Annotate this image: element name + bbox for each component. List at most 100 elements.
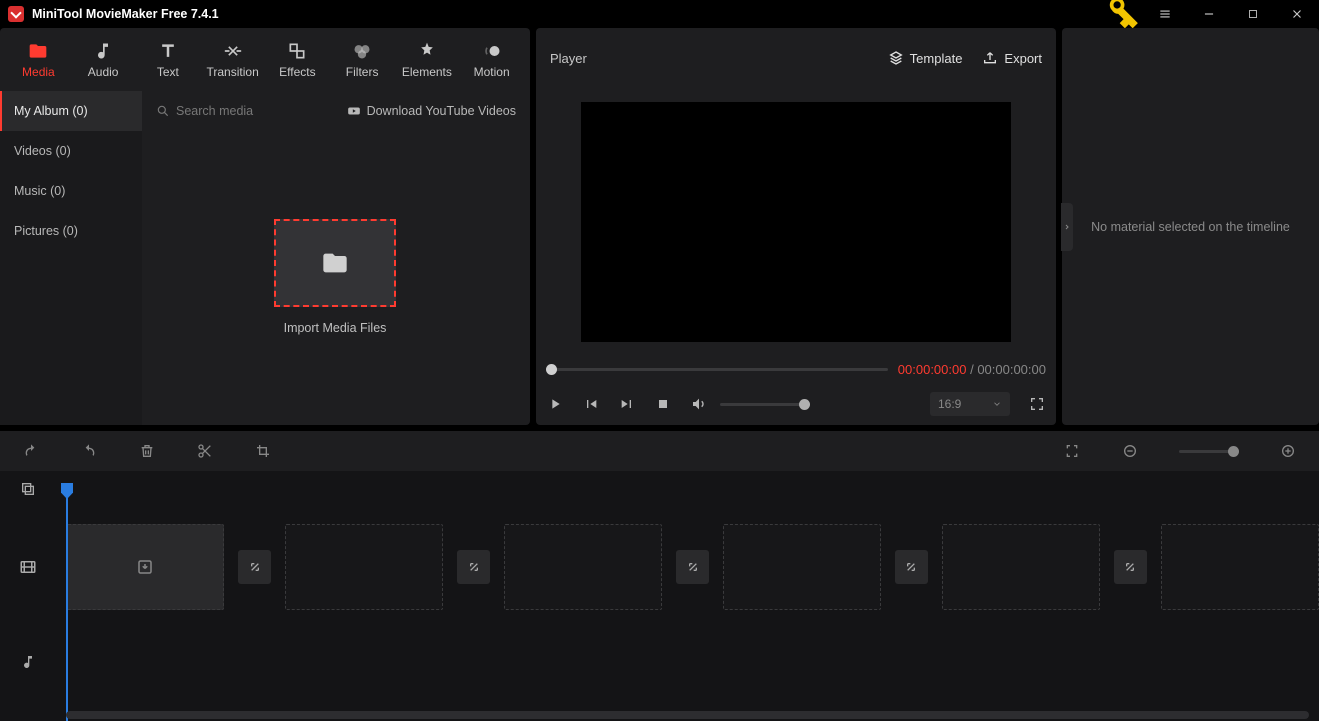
tab-text[interactable]: Text bbox=[136, 28, 201, 91]
tab-audio-label: Audio bbox=[88, 65, 119, 79]
audio-track[interactable] bbox=[56, 627, 1319, 697]
folder-icon bbox=[321, 249, 349, 277]
undo-button[interactable] bbox=[22, 442, 40, 460]
crop-button[interactable] bbox=[254, 442, 272, 460]
zoom-out-button[interactable] bbox=[1121, 442, 1139, 460]
template-icon bbox=[888, 50, 904, 66]
timeline-canvas[interactable] bbox=[56, 471, 1319, 721]
transition-slot[interactable] bbox=[1114, 550, 1147, 584]
time-current: 00:00:00:00 bbox=[898, 362, 967, 377]
timeline-slot[interactable] bbox=[723, 524, 881, 610]
download-youtube-label: Download YouTube Videos bbox=[367, 104, 516, 118]
template-label: Template bbox=[910, 51, 963, 66]
volume-handle[interactable] bbox=[799, 399, 810, 410]
aspect-ratio-select[interactable]: 16:9 bbox=[930, 392, 1010, 416]
video-track[interactable] bbox=[56, 507, 1319, 627]
zoom-handle[interactable] bbox=[1228, 446, 1239, 457]
zoom-slider[interactable] bbox=[1179, 450, 1239, 453]
tab-elements[interactable]: Elements bbox=[395, 28, 460, 91]
maximize-button[interactable] bbox=[1231, 0, 1275, 28]
inspector-empty-text: No material selected on the timeline bbox=[1081, 220, 1300, 234]
add-track-button[interactable] bbox=[0, 471, 56, 507]
app-logo-icon bbox=[8, 6, 24, 22]
chevron-right-icon bbox=[1063, 223, 1071, 231]
menu-icon[interactable] bbox=[1143, 0, 1187, 28]
fit-button[interactable] bbox=[1063, 442, 1081, 460]
zoom-in-button[interactable] bbox=[1279, 442, 1297, 460]
search-placeholder: Search media bbox=[176, 104, 253, 118]
search-icon bbox=[156, 104, 170, 118]
stop-button[interactable] bbox=[654, 395, 672, 413]
import-media-label: Import Media Files bbox=[274, 321, 396, 335]
export-button[interactable]: Export bbox=[982, 50, 1042, 66]
download-youtube-button[interactable]: Download YouTube Videos bbox=[347, 104, 516, 118]
sidebar-item-music[interactable]: Music (0) bbox=[0, 171, 142, 211]
transition-slot[interactable] bbox=[676, 550, 709, 584]
timeline-scrollbar[interactable] bbox=[66, 711, 1309, 719]
collapse-handle[interactable] bbox=[1061, 203, 1073, 251]
tab-transition[interactable]: Transition bbox=[200, 28, 265, 91]
timeline-slot[interactable] bbox=[66, 524, 224, 610]
media-sidebar: My Album (0) Videos (0) Music (0) Pictur… bbox=[0, 91, 142, 425]
close-button[interactable] bbox=[1275, 0, 1319, 28]
playback-scrubber[interactable] bbox=[546, 368, 888, 371]
timeline-slot[interactable] bbox=[285, 524, 443, 610]
tab-text-label: Text bbox=[157, 65, 179, 79]
redo-button[interactable] bbox=[80, 442, 98, 460]
video-track-icon bbox=[0, 507, 56, 627]
license-key-icon[interactable] bbox=[1099, 0, 1143, 28]
tab-motion-label: Motion bbox=[474, 65, 510, 79]
chevron-down-icon bbox=[992, 399, 1002, 409]
app-title: MiniTool MovieMaker Free 7.4.1 bbox=[32, 7, 219, 21]
scrubber-handle[interactable] bbox=[546, 364, 557, 375]
minimize-button[interactable] bbox=[1187, 0, 1231, 28]
player-panel: Player Template Export 00:00:00:00 / 00:… bbox=[536, 28, 1056, 425]
sidebar-item-pictures[interactable]: Pictures (0) bbox=[0, 211, 142, 251]
audio-track-icon bbox=[0, 627, 56, 697]
tab-filters[interactable]: Filters bbox=[330, 28, 395, 91]
fullscreen-button[interactable] bbox=[1028, 395, 1046, 413]
delete-button[interactable] bbox=[138, 442, 156, 460]
volume-button[interactable] bbox=[690, 395, 708, 413]
tab-elements-label: Elements bbox=[402, 65, 452, 79]
tab-media-label: Media bbox=[22, 65, 55, 79]
split-button[interactable] bbox=[196, 442, 214, 460]
export-label: Export bbox=[1004, 51, 1042, 66]
aspect-ratio-value: 16:9 bbox=[938, 397, 961, 411]
timeline-slot[interactable] bbox=[1161, 524, 1319, 610]
timeline bbox=[0, 471, 1319, 721]
transition-slot[interactable] bbox=[895, 550, 928, 584]
playhead[interactable] bbox=[66, 491, 68, 721]
transition-slot[interactable] bbox=[457, 550, 490, 584]
tab-media[interactable]: Media bbox=[6, 28, 71, 91]
time-total: 00:00:00:00 bbox=[977, 362, 1046, 377]
tab-filters-label: Filters bbox=[346, 65, 379, 79]
timeline-slot[interactable] bbox=[504, 524, 662, 610]
search-input[interactable]: Search media bbox=[156, 104, 339, 118]
titlebar: MiniTool MovieMaker Free 7.4.1 bbox=[0, 0, 1319, 28]
timeline-ruler[interactable] bbox=[56, 471, 1319, 507]
main-tabs: Media Audio Text Transition Effects Filt… bbox=[0, 28, 530, 91]
timeline-slot[interactable] bbox=[942, 524, 1100, 610]
tab-effects[interactable]: Effects bbox=[265, 28, 330, 91]
scrollbar-thumb[interactable] bbox=[66, 711, 1309, 719]
transition-slot[interactable] bbox=[238, 550, 271, 584]
sidebar-item-videos[interactable]: Videos (0) bbox=[0, 131, 142, 171]
download-icon bbox=[136, 558, 154, 576]
preview-canvas[interactable] bbox=[581, 102, 1011, 342]
tab-audio[interactable]: Audio bbox=[71, 28, 136, 91]
volume-slider[interactable] bbox=[720, 403, 810, 406]
player-title: Player bbox=[550, 51, 868, 66]
preview-area bbox=[536, 88, 1056, 355]
tab-motion[interactable]: Motion bbox=[459, 28, 524, 91]
timecode: 00:00:00:00 / 00:00:00:00 bbox=[898, 362, 1046, 377]
import-media-button[interactable] bbox=[274, 219, 396, 307]
inspector-panel: No material selected on the timeline bbox=[1062, 28, 1319, 425]
sidebar-item-my-album[interactable]: My Album (0) bbox=[0, 91, 142, 131]
template-button[interactable]: Template bbox=[888, 50, 963, 66]
tab-transition-label: Transition bbox=[207, 65, 259, 79]
next-frame-button[interactable] bbox=[618, 395, 636, 413]
prev-frame-button[interactable] bbox=[582, 395, 600, 413]
timeline-toolbar bbox=[0, 431, 1319, 471]
play-button[interactable] bbox=[546, 395, 564, 413]
